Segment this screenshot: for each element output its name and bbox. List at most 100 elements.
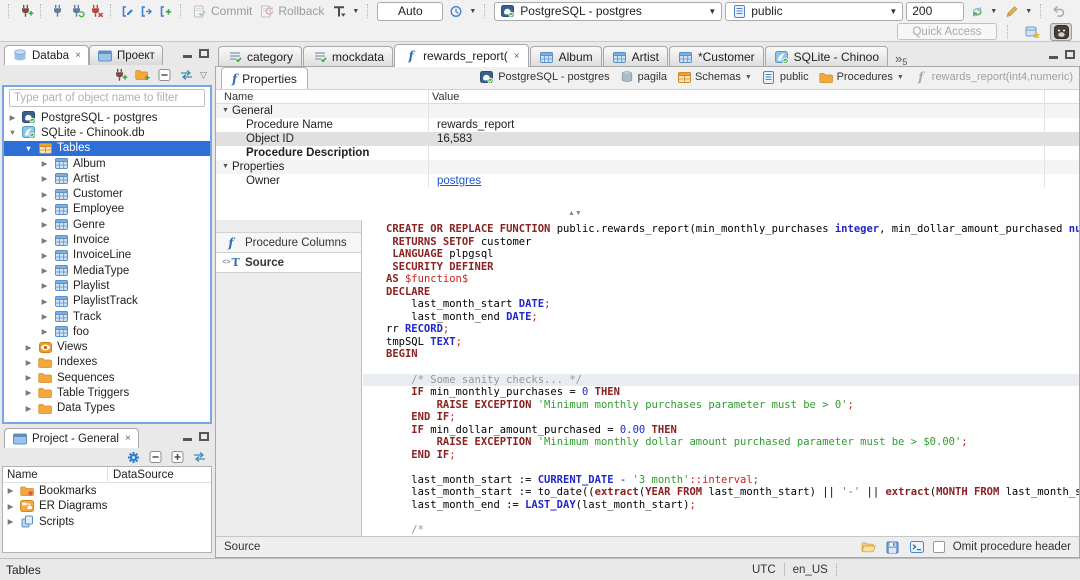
minimize-icon[interactable] [1049,56,1058,59]
property-row-procedure-description[interactable]: Procedure Description [216,146,1079,160]
collapse-all-icon[interactable] [156,68,172,82]
connection-select[interactable]: PostgreSQL - postgres ▼ [494,1,723,21]
edit-pen-button[interactable]: ▼ [1002,3,1034,19]
collapse-arrow-icon[interactable]: ▼ [222,160,229,174]
sql-editor-icon[interactable] [120,4,136,18]
open-perspective-button[interactable] [1021,23,1043,41]
close-icon[interactable]: × [514,51,520,62]
refresh-cycle-button[interactable]: ▼ [967,3,999,19]
object-filter-input[interactable] [9,89,205,107]
more-tabs-chevron[interactable]: » 5 [895,51,907,67]
editor-tab-mockdata[interactable]: mockdata [303,46,394,67]
source-code-viewer[interactable]: CREATE OR REPLACE FUNCTION public.reward… [363,220,1079,536]
sql-console-open-icon[interactable] [139,4,155,18]
tree-item-playlisttrack[interactable]: ▶ PlaylistTrack [4,294,210,309]
expand-arrow-icon[interactable]: ▶ [40,205,49,214]
sql-editor-new-icon[interactable] [158,4,174,18]
close-icon[interactable]: × [75,50,81,61]
chevron-down-icon[interactable]: ▼ [745,74,752,81]
tab-properties[interactable]: f Properties [221,67,308,89]
omit-procedure-header-checkbox[interactable] [932,541,945,553]
breadcrumb-item-procedures[interactable]: Procedures ▼ [818,70,904,84]
breadcrumb-item-pagila[interactable]: pagila [619,70,667,84]
tree-item-employee[interactable]: ▶ Employee [4,202,210,217]
project-item-scripts[interactable]: ▶ Scripts [3,514,211,530]
editor-tab-customer[interactable]: *Customer [668,46,764,67]
breadcrumb-item-public[interactable]: public [761,70,809,84]
expand-arrow-icon[interactable]: ▶ [40,220,49,229]
transaction-mode-select[interactable]: Auto [377,1,444,21]
editor-tab-artist[interactable]: Artist [602,46,668,67]
expand-arrow-icon[interactable]: ▶ [40,190,49,199]
collapse-arrow-icon[interactable]: ▼ [24,144,33,153]
expand-arrow-icon[interactable]: ▶ [40,281,49,290]
expand-arrow-icon[interactable]: ▶ [40,297,49,306]
disconnect-icon[interactable] [88,4,104,18]
collapse-all-icon[interactable] [147,450,163,464]
open-folder-icon[interactable] [861,540,877,554]
property-row-properties[interactable]: ▼ Properties [216,160,1079,174]
new-connection-icon[interactable] [112,68,128,82]
expand-arrow-icon[interactable]: ▶ [24,358,33,367]
tree-item-customer[interactable]: ▶ Customer [4,186,210,201]
tree-item-tables[interactable]: ▼ Tables [4,140,210,156]
sash-arrows-icon[interactable]: ▲▼ [568,210,582,217]
editor-tab-album[interactable]: Album [529,46,602,67]
project-item-bookmarks[interactable]: ▶ Bookmarks [3,483,211,499]
editor-tab-sqlite-chinoo[interactable]: SQLite - Chinoo [764,46,889,67]
expand-arrow-icon[interactable]: ▶ [40,327,49,336]
editor-tab-category[interactable]: category [218,46,303,67]
connect-icon[interactable] [50,4,66,18]
tree-item-invoiceline[interactable]: ▶ InvoiceLine [4,248,210,263]
expand-all-icon[interactable] [169,450,185,464]
tree-item-track[interactable]: ▶ Track [4,309,210,324]
commit-button[interactable]: Commit [190,3,254,19]
tree-item-foo[interactable]: ▶ foo [4,324,210,339]
tree-item-table-triggers[interactable]: ▶ Table Triggers [4,385,210,400]
minimize-icon[interactable] [183,438,192,441]
expand-arrow-icon[interactable]: ▶ [8,113,17,122]
dbeaver-perspective-button[interactable] [1050,22,1072,41]
property-row-procedure-name[interactable]: Procedure Name rewards_report [216,118,1079,132]
expand-arrow-icon[interactable]: ▶ [40,236,49,245]
expand-arrow-icon[interactable]: ▶ [40,159,49,168]
rollback-button[interactable]: Rollback [257,3,326,19]
collapse-arrow-icon[interactable]: ▼ [8,128,17,137]
tree-item-sqlite-chinook-db[interactable]: ▼ SQLite - Chinook.db [4,125,210,140]
detail-tab-procedure-columns[interactable]: f Procedure Columns [216,232,361,253]
tree-item-views[interactable]: ▶ Views [4,339,210,354]
minimize-icon[interactable] [183,55,192,58]
detail-tab-source[interactable]: <> T Source [216,252,361,273]
maximize-icon[interactable] [199,432,209,441]
project-item-er-diagrams[interactable]: ▶ ER Diagrams [3,499,211,515]
owner-link[interactable]: postgres [437,175,481,187]
property-row-owner[interactable]: Owner postgres [216,174,1079,188]
tab-database-navigator[interactable]: Databa × [4,45,89,65]
tree-item-postgresql-postgres[interactable]: ▶ PostgreSQL - postgres [4,110,210,125]
tree-item-indexes[interactable]: ▶ Indexes [4,355,210,370]
tree-item-mediatype[interactable]: ▶ MediaType [4,263,210,278]
expand-arrow-icon[interactable]: ▶ [24,343,33,352]
expand-arrow-icon[interactable]: ▶ [24,388,33,397]
tree-item-invoice[interactable]: ▶ Invoice [4,232,210,247]
terminal-icon[interactable] [909,540,925,554]
view-menu-icon[interactable]: ▽ [200,70,207,81]
chevron-down-icon[interactable]: ▼ [897,74,904,81]
link-editor-icon[interactable] [178,68,194,82]
undo-icon[interactable] [1050,4,1066,18]
tab-project-general[interactable]: Project - General × [4,428,139,448]
save-icon[interactable] [885,540,901,554]
expand-arrow-icon[interactable]: ▶ [40,266,49,275]
breadcrumb-item-schemas[interactable]: Schemas ▼ [676,70,752,84]
gear-icon[interactable] [125,450,141,464]
schema-select[interactable]: public ▼ [725,1,904,21]
quick-access-input[interactable]: Quick Access [897,23,997,40]
new-connection-icon[interactable] [18,4,34,18]
property-row-object-id[interactable]: Object ID 16,583 [216,132,1079,146]
close-icon[interactable]: × [125,433,131,444]
expand-arrow-icon[interactable]: ▶ [24,373,33,382]
tree-item-sequences[interactable]: ▶ Sequences [4,370,210,385]
expand-arrow-icon[interactable]: ▶ [40,312,49,321]
tab-projects[interactable]: Проект [88,45,163,65]
maximize-icon[interactable] [199,49,209,58]
